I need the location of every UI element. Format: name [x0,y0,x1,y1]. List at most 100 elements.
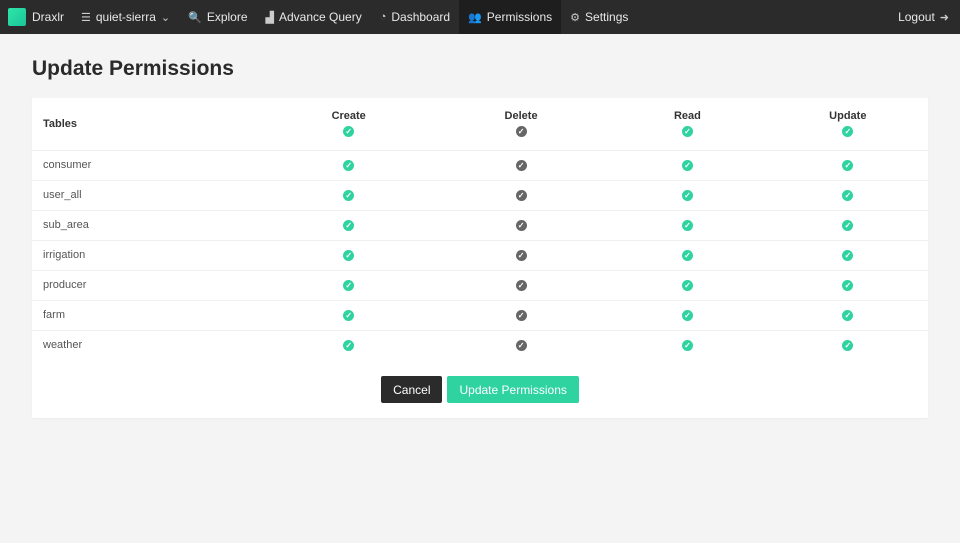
permission-cell: ✓ [434,270,608,301]
check-icon[interactable]: ✓ [681,190,693,201]
check-icon[interactable]: ✓ [343,220,355,231]
permission-cell: ✓ [435,330,607,360]
chevron-down-icon: ⌄ [160,11,171,24]
check-icon[interactable]: ✓ [343,250,355,261]
permission-cell: ✓ [434,150,608,181]
check-icon[interactable]: ✓ [842,220,854,231]
logout-button[interactable]: Logout ➜ [889,0,958,34]
logout-icon: ➜ [939,11,949,24]
page-title: Update Permissions [32,57,234,80]
table-name: sub_area [32,210,263,241]
check-icon[interactable]: ✓ [343,310,355,321]
logout-label: Logout [898,10,935,24]
check-icon[interactable]: ✓ [515,250,527,261]
nav-label: Settings [585,10,629,24]
nav-label: Dashboard [391,10,451,24]
table-name: weather [43,339,83,352]
check-icon[interactable]: ✓ [681,250,693,261]
table-name: farm [32,300,263,331]
permission-cell: ✓ [767,240,928,271]
permission-cell: ✓ [607,150,768,181]
permissions-card: Tables Create ✓ Delete ✓ Read ✓ Update ✓ consume… [32,98,928,418]
column-header[interactable]: Delete ✓ [434,98,608,151]
check-icon[interactable]: ✓ [343,280,355,291]
permission-cell: ✓ [607,300,768,331]
update-permissions-button[interactable]: Update Permissions [447,376,579,403]
check-icon[interactable]: ✓ [842,160,854,171]
table-row: user_all ✓ ✓ ✓ ✓ [32,180,928,211]
check-icon[interactable]: ✓ [842,310,854,321]
check-icon[interactable]: ✓ [515,220,527,231]
check-icon[interactable]: ✓ [681,160,693,171]
permission-cell: ✓ [262,210,435,241]
check-icon[interactable]: ✓ [343,340,355,352]
check-icon[interactable]: ✓ [842,280,854,291]
table-row: irrigation ✓ ✓ ✓ ✓ [32,240,928,271]
permission-cell: ✓ [434,180,608,211]
check-icon[interactable]: ✓ [842,250,854,261]
permission-cell: ✓ [434,210,608,241]
permission-cell: ✓ [767,300,928,331]
database-name: quiet-sierra [95,10,156,24]
check-icon[interactable]: ✓ [681,220,693,231]
chart-icon: ▟ [265,11,274,24]
check-icon[interactable]: ✓ [681,310,693,321]
permission-cell: ✓ [607,270,768,301]
permission-cell: ✓ [767,180,928,211]
check-icon[interactable]: ✓ [681,340,693,352]
check-icon[interactable]: ✓ [343,190,355,201]
check-icon[interactable]: ✓ [842,340,854,352]
nav-settings[interactable]: ⚙ Settings [561,0,637,34]
check-icon[interactable]: ✓ [515,190,527,201]
table-row: weather ✓ ✓ ✓ ✓ [32,330,928,360]
table-row: producer ✓ ✓ ✓ ✓ [32,270,928,301]
table-row: consumer ✓ ✓ ✓ ✓ [32,150,928,181]
gear-icon: ⚙ [570,11,581,24]
header-label: Delete [504,110,538,123]
nav-explore[interactable]: 🔍 Explore [179,0,256,34]
database-selector[interactable]: ☰ quiet-sierra ⌄ [72,0,179,34]
permission-cell: ✓ [262,270,435,301]
column-header[interactable]: Read ✓ [607,98,768,151]
select-all-check-icon[interactable]: ✓ [842,126,854,138]
permission-cell: ✓ [768,330,928,360]
column-header[interactable]: Create ✓ [262,98,435,151]
header-label: Read [673,110,701,123]
table-row: farm ✓ ✓ ✓ ✓ [32,300,928,331]
dashboard-icon: ◔ [379,11,387,23]
check-icon[interactable]: ✓ [515,340,527,352]
draxlr-logo[interactable] [8,8,26,26]
permission-cell: ✓ [607,180,768,211]
brand-name[interactable]: Draxlr [26,10,72,24]
top-navbar: Draxlr ☰ quiet-sierra ⌄ 🔍 Explore ▟ Advance… [0,0,960,34]
table-name: irrigation [32,240,263,271]
check-icon[interactable]: ✓ [515,160,527,171]
table-name: producer [32,270,263,301]
header-label: Update [829,110,867,123]
nav-dashboard[interactable]: ◔ Dashboard [371,0,459,34]
nav-label: Explore [206,10,248,24]
check-icon[interactable]: ✓ [681,280,693,291]
permission-cell: ✓ [434,240,608,271]
cancel-button[interactable]: Cancel [381,376,443,403]
select-all-check-icon[interactable]: ✓ [681,126,693,138]
select-all-check-icon[interactable]: ✓ [515,126,527,138]
column-header[interactable]: Update ✓ [767,98,928,151]
nav-permissions[interactable]: 👥 Permissions [459,0,562,34]
permission-cell: ✓ [767,150,928,181]
database-icon: ☰ [81,11,91,24]
permission-cell: ✓ [767,270,928,301]
nav-label: Permissions [486,10,553,24]
nav-label: Advance Query [278,10,362,24]
permission-cell: ✓ [262,180,435,211]
permission-cell: ✓ [262,240,435,271]
header-label: Tables [43,117,78,130]
table-row: sub_area ✓ ✓ ✓ ✓ [32,210,928,241]
check-icon[interactable]: ✓ [515,280,527,291]
check-icon[interactable]: ✓ [343,160,355,171]
permission-cell: ✓ [607,210,768,241]
select-all-check-icon[interactable]: ✓ [343,126,355,138]
nav-advance-query[interactable]: ▟ Advance Query [257,0,371,34]
check-icon[interactable]: ✓ [515,310,527,321]
check-icon[interactable]: ✓ [842,190,854,201]
